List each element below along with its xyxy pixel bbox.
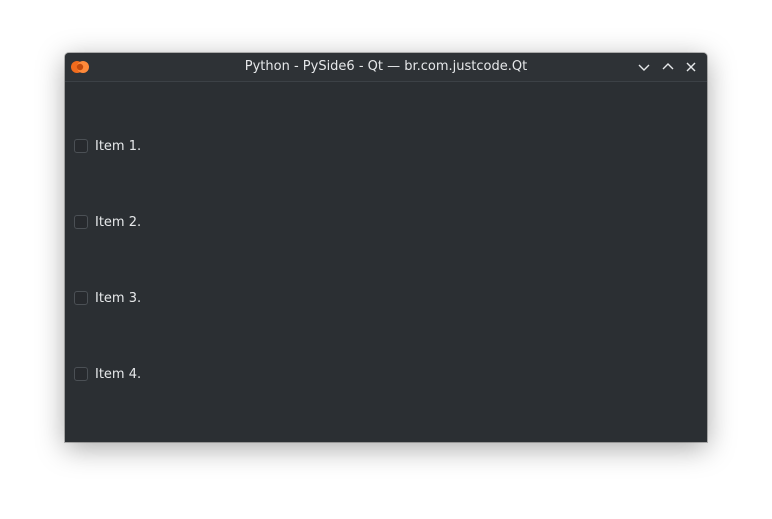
title-bar[interactable]: Python - PySide6 - Qt — br.com.justcode.… <box>65 53 707 82</box>
window-title: Python - PySide6 - Qt — br.com.justcode.… <box>244 59 528 74</box>
checkbox-label[interactable]: Item 2. <box>95 215 141 230</box>
minimize-button[interactable] <box>636 59 652 75</box>
checkbox-item-3[interactable]: Item 3. <box>74 289 141 307</box>
checkbox-box[interactable] <box>74 291 88 305</box>
checkbox-item-2[interactable]: Item 2. <box>74 213 141 231</box>
checkbox-item-1[interactable]: Item 1. <box>74 137 141 155</box>
close-button[interactable] <box>683 59 699 75</box>
app-window: Python - PySide6 - Qt — br.com.justcode.… <box>65 53 707 442</box>
checkbox-box[interactable] <box>74 139 88 153</box>
central-widget: Item 1. Item 2. Item 3. Item 4. <box>65 82 707 442</box>
close-icon <box>686 62 696 72</box>
chevron-up-icon <box>662 63 674 70</box>
checkbox-label[interactable]: Item 4. <box>95 367 141 382</box>
checkbox-box[interactable] <box>74 367 88 381</box>
checkbox-box[interactable] <box>74 215 88 229</box>
checkbox-label[interactable]: Item 3. <box>95 291 141 306</box>
maximize-button[interactable] <box>660 59 676 75</box>
chevron-down-icon <box>638 64 650 71</box>
checkbox-label[interactable]: Item 1. <box>95 139 141 154</box>
checkbox-item-4[interactable]: Item 4. <box>74 365 141 383</box>
